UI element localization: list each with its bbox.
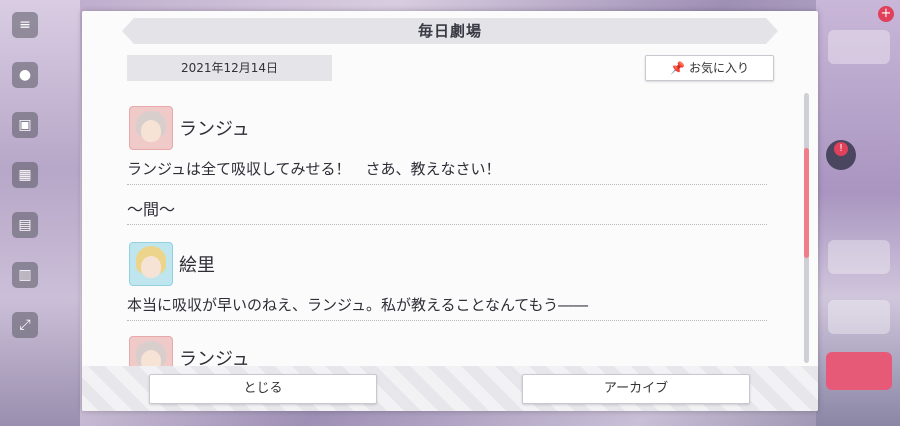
date-label: 2021年12月14日 — [127, 55, 332, 81]
news-icon[interactable]: ▤ — [12, 212, 38, 238]
divider — [127, 320, 767, 321]
dialog-title: 毎日劇場 — [417, 22, 482, 40]
close-button[interactable]: とじる — [149, 374, 377, 404]
avatar — [129, 242, 173, 286]
interlude-line: 〜間〜 — [127, 200, 176, 219]
favorite-button[interactable]: 📌 お気に入り — [645, 55, 774, 81]
favorite-button-label: お気に入り — [688, 61, 749, 75]
avatar-face — [141, 120, 161, 142]
avatar-face — [141, 256, 161, 278]
speaker-name: 絵里 — [179, 255, 215, 276]
alert-icon: ! — [834, 142, 848, 156]
background-resource-pill — [828, 30, 890, 64]
background-event-button — [826, 352, 892, 390]
background-left-panel: ≡ ● ▣ ▦ ▤ ▥ ⤢ — [0, 0, 80, 426]
dialogue-line: ランジュは全て吸収してみせる！ さあ、教えなさい！ — [127, 160, 501, 178]
speaker-row: 絵里 — [129, 242, 215, 286]
add-icon[interactable]: + — [878, 6, 894, 22]
daily-theater-dialog: 毎日劇場 2021年12月14日 📌 お気に入り ランジュ ランジュは全て吸収して… — [82, 11, 818, 411]
background-right-panel: + — [816, 0, 900, 426]
background-menu-pill — [828, 300, 890, 334]
speaker-name: ランジュ — [179, 119, 250, 140]
album-icon[interactable]: ▥ — [12, 262, 38, 288]
background-menu-pill — [828, 240, 890, 274]
scrollbar[interactable] — [804, 93, 809, 363]
expand-icon[interactable]: ⤢ — [12, 312, 38, 338]
gift-icon[interactable]: ▦ — [12, 162, 38, 188]
shop-icon[interactable]: ▣ — [12, 112, 38, 138]
hamburger-menu-icon[interactable]: ≡ — [12, 12, 38, 38]
divider — [127, 184, 767, 185]
divider — [127, 224, 767, 225]
archive-button[interactable]: アーカイブ — [522, 374, 750, 404]
title-banner: 毎日劇場 — [122, 18, 778, 44]
script-content[interactable]: ランジュ ランジュは全て吸収してみせる！ さあ、教えなさい！ 〜間〜 絵里 本当… — [127, 96, 772, 371]
dialogue-line: 本当に吸収が早いのねえ、ランジュ。私が教えることなんてもう―― — [127, 296, 589, 314]
speaker-row: ランジュ — [129, 106, 250, 150]
scrollbar-thumb[interactable] — [804, 148, 809, 258]
pin-icon: 📌 — [670, 61, 685, 75]
avatar — [129, 106, 173, 150]
chat-icon[interactable]: ● — [12, 62, 38, 88]
